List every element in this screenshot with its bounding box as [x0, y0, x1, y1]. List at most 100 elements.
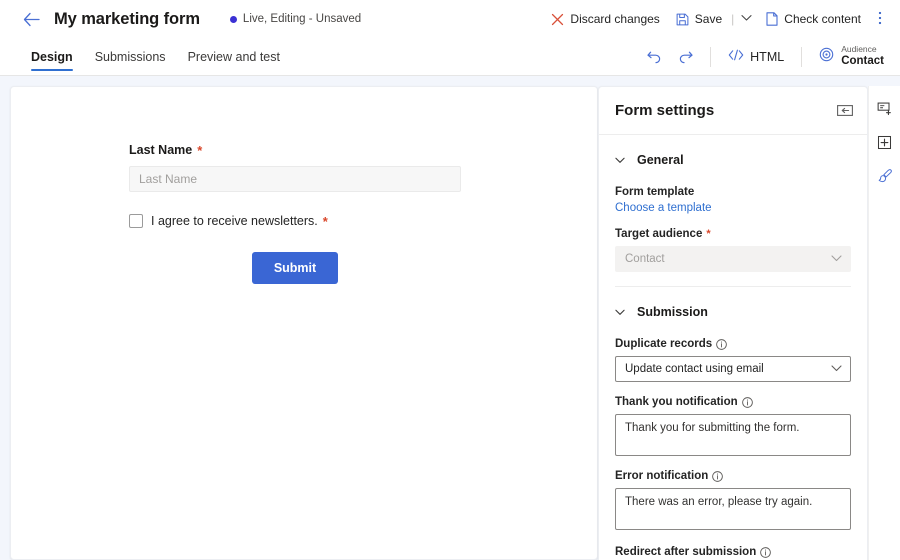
check-content-button[interactable]: Check content [759, 5, 868, 33]
add-section-button[interactable] [871, 128, 899, 156]
status-text: Live, Editing - Unsaved [242, 13, 362, 25]
check-content-label: Check content [784, 12, 861, 26]
newsletter-consent-text: I agree to receive newsletters. [151, 214, 318, 228]
toolbar-divider [710, 46, 712, 67]
form-settings-panel: Form settings General Form template Choo… [598, 86, 868, 560]
thank-you-notification-textarea[interactable]: Thank you for submitting the form. [615, 414, 851, 456]
floppy-disk-icon [676, 13, 689, 26]
last-name-label-text: Last Name [129, 143, 193, 157]
required-asterisk: * [197, 142, 203, 158]
tab-bar: Design Submissions Preview and test HTML… [0, 38, 900, 76]
thank-you-notification-label-text: Thank you notification [615, 396, 738, 408]
undo-arrow-icon [647, 51, 661, 63]
audience-labels: Audience Contact [841, 44, 884, 68]
newsletter-checkbox[interactable] [129, 214, 143, 228]
error-notification-label-text: Error notification [615, 470, 709, 482]
redo-button[interactable] [671, 43, 701, 71]
close-x-icon [551, 13, 564, 26]
target-audience-label: Target audience * [615, 228, 851, 240]
newsletter-consent-row[interactable]: I agree to receive newsletters. * [129, 214, 597, 228]
style-brush-icon [878, 169, 892, 183]
top-command-bar: My marketing form Live, Editing - Unsave… [0, 0, 900, 38]
settings-divider [615, 286, 851, 287]
chevron-down-icon-duplicate [831, 364, 842, 375]
section-general-title: General [637, 153, 684, 167]
form-settings-header: Form settings [599, 87, 867, 135]
top-command-actions: Discard changes Save | Check content [544, 5, 890, 33]
save-divider: | [731, 12, 735, 26]
save-label: Save [694, 12, 723, 26]
last-name-placeholder: Last Name [139, 172, 198, 186]
arrow-left-icon [23, 12, 40, 26]
save-split-button: Save | [669, 5, 757, 33]
target-audience-icon [819, 47, 834, 67]
section-submission[interactable]: Submission [615, 294, 851, 330]
target-audience-select[interactable]: Contact [615, 246, 851, 272]
form-settings-body: General Form template Choose a template … [599, 135, 867, 560]
status-badge: Live, Editing - Unsaved [229, 13, 362, 25]
duplicate-records-value: Update contact using email [625, 363, 764, 375]
required-asterisk-consent: * [322, 213, 328, 229]
form-template-label-text: Form template [615, 186, 695, 198]
info-icon-redirect[interactable] [760, 546, 772, 558]
collapse-panel-icon[interactable] [837, 104, 853, 117]
chevron-down-icon-audience [831, 254, 842, 265]
error-notification-textarea[interactable]: There was an error, please try again. [615, 488, 851, 530]
info-icon-duplicate-records[interactable] [716, 338, 727, 350]
status-dot [229, 15, 237, 23]
add-section-icon [877, 135, 892, 149]
tab-preview-and-test[interactable]: Preview and test [179, 38, 289, 75]
info-icon-thank-you[interactable] [741, 396, 753, 408]
section-submission-title: Submission [637, 305, 708, 319]
form-settings-title: Form settings [615, 102, 715, 119]
duplicate-records-select[interactable]: Update contact using email [615, 356, 851, 382]
form-editor-app: My marketing form Live, Editing - Unsave… [0, 0, 900, 560]
form-template-label: Form template [615, 186, 851, 198]
tab-list: Design Submissions Preview and test [22, 38, 289, 75]
submit-row: Submit [129, 252, 461, 284]
more-vertical-icon[interactable] [870, 10, 890, 29]
info-icon-error[interactable] [712, 470, 724, 482]
submit-button[interactable]: Submit [251, 252, 339, 284]
tab-preview-and-test-label: Preview and test [187, 49, 280, 64]
last-name-input[interactable]: Last Name [129, 166, 461, 192]
redo-arrow-icon [679, 51, 693, 63]
last-name-label: Last Name * [129, 143, 597, 157]
back-button[interactable] [18, 6, 44, 32]
undo-button[interactable] [639, 43, 669, 71]
choose-a-template-link[interactable]: Choose a template [615, 202, 712, 214]
code-brackets-icon [728, 49, 744, 64]
redirect-after-submission-label: Redirect after submission [615, 546, 851, 558]
duplicate-records-label: Duplicate records [615, 338, 851, 350]
tab-design-label: Design [31, 49, 73, 64]
document-page-icon [766, 12, 778, 26]
discard-changes-label: Discard changes [570, 12, 660, 26]
right-icon-rail [868, 86, 900, 560]
chevron-down-icon[interactable] [736, 14, 757, 24]
tab-submissions[interactable]: Submissions [86, 38, 175, 75]
form-canvas[interactable]: Last Name * Last Name I agree to receive… [10, 86, 598, 560]
section-general[interactable]: General [615, 142, 851, 178]
add-field-button[interactable] [871, 94, 899, 122]
html-label: HTML [750, 49, 785, 64]
discard-changes-button[interactable]: Discard changes [544, 5, 666, 33]
audience-caption: Audience [841, 44, 877, 54]
chevron-down-icon-submission [615, 309, 625, 316]
redirect-after-submission-label-text: Redirect after submission [615, 546, 757, 558]
save-button[interactable]: Save [669, 5, 729, 33]
thank-you-notification-label: Thank you notification [615, 396, 851, 408]
html-button[interactable]: HTML [720, 43, 792, 71]
tab-design[interactable]: Design [22, 38, 82, 75]
required-asterisk-audience: * [706, 228, 711, 240]
duplicate-records-label-text: Duplicate records [615, 338, 713, 350]
error-notification-label: Error notification [615, 470, 851, 482]
style-button[interactable] [871, 162, 900, 190]
target-audience-label-text: Target audience [615, 228, 703, 240]
audience-value: Contact [841, 54, 884, 67]
audience-selector[interactable]: Audience Contact [811, 41, 890, 73]
page-title: My marketing form [54, 9, 200, 28]
add-field-icon [877, 102, 891, 115]
tab-submissions-label: Submissions [94, 49, 166, 64]
editor-body: Last Name * Last Name I agree to receive… [0, 76, 900, 560]
newsletter-consent-label: I agree to receive newsletters. * [151, 214, 328, 228]
